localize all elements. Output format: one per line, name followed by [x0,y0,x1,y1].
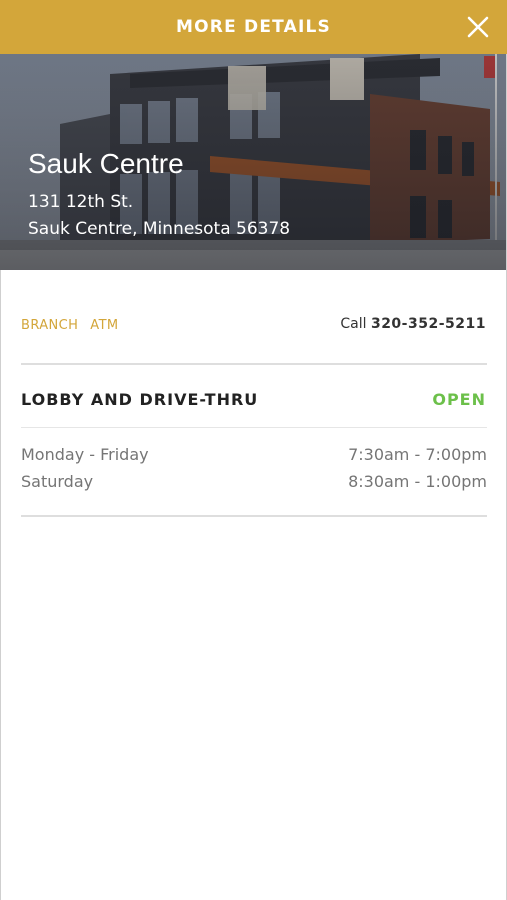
address-line-2: Sauk Centre, Minnesota 56378 [28,219,291,239]
close-button[interactable] [463,12,493,42]
call-label: Call [340,316,367,332]
hours-days: Saturday [21,472,94,491]
close-icon [467,16,489,38]
top-bar: MORE DETAILS [0,0,507,54]
hours-days: Monday - Friday [21,445,149,464]
hours-section-title: LOBBY AND DRIVE-THRU [21,390,259,409]
call-link[interactable]: Call 320-352-5211 [340,316,486,332]
divider [21,427,487,428]
divider [21,363,487,365]
status-badge: OPEN [432,390,486,409]
phone-number[interactable]: 320-352-5211 [371,316,486,332]
panel-border [0,270,1,900]
service-tag-branch: BRANCH [21,318,79,333]
service-tag-atm: ATM [90,318,119,333]
branch-name: Sauk Centre [28,148,184,179]
hours-row: Saturday 8:30am - 1:00pm [21,472,487,491]
hours-time: 8:30am - 1:00pm [348,472,487,491]
service-tags: BRANCH ATM [21,318,119,333]
hours-row: Monday - Friday 7:30am - 7:00pm [21,445,487,464]
branch-photo: Sauk Centre 131 12th St. Sauk Centre, Mi… [0,54,507,270]
page-title: MORE DETAILS [176,17,331,37]
divider [21,515,487,517]
hours-time: 7:30am - 7:00pm [348,445,487,464]
address-line-1: 131 12th St. [28,192,134,212]
